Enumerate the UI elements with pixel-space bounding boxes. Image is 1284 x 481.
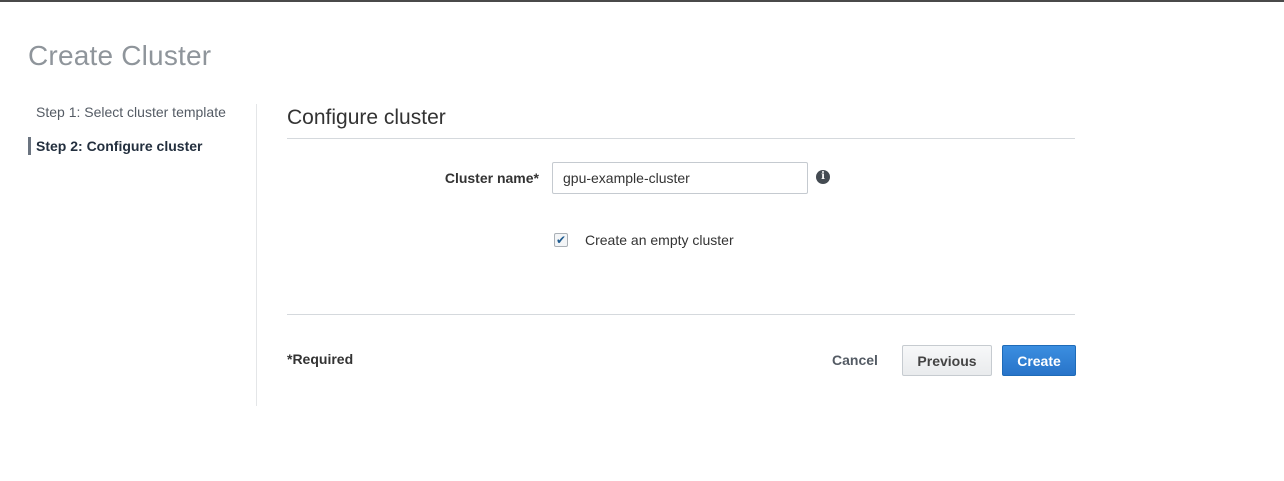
empty-cluster-label[interactable]: Create an empty cluster <box>585 232 734 248</box>
cancel-button[interactable]: Cancel <box>820 345 890 375</box>
section-divider-bottom <box>287 314 1075 315</box>
step-configure-cluster[interactable]: Step 2: Configure cluster <box>28 136 258 156</box>
empty-cluster-checkbox[interactable]: ✔ <box>554 233 568 247</box>
required-note: *Required <box>287 351 354 367</box>
steps-divider <box>256 104 257 406</box>
page-title: Create Cluster <box>28 40 212 71</box>
required-marker: * <box>533 170 539 186</box>
empty-cluster-option[interactable]: ✔ Create an empty cluster <box>554 232 734 248</box>
cluster-name-label: Cluster name* <box>400 168 539 188</box>
section-title: Configure cluster <box>287 106 446 129</box>
top-border <box>0 0 1284 2</box>
cluster-name-input[interactable] <box>552 162 808 194</box>
section-divider-top <box>287 138 1075 139</box>
cluster-name-label-text: Cluster name <box>444 170 534 186</box>
info-icon[interactable]: i <box>816 170 830 184</box>
previous-button[interactable]: Previous <box>902 345 992 376</box>
step-select-cluster-template[interactable]: Step 1: Select cluster template <box>28 102 258 122</box>
wizard-steps: Step 1: Select cluster template Step 2: … <box>28 102 258 170</box>
create-button[interactable]: Create <box>1002 345 1076 376</box>
